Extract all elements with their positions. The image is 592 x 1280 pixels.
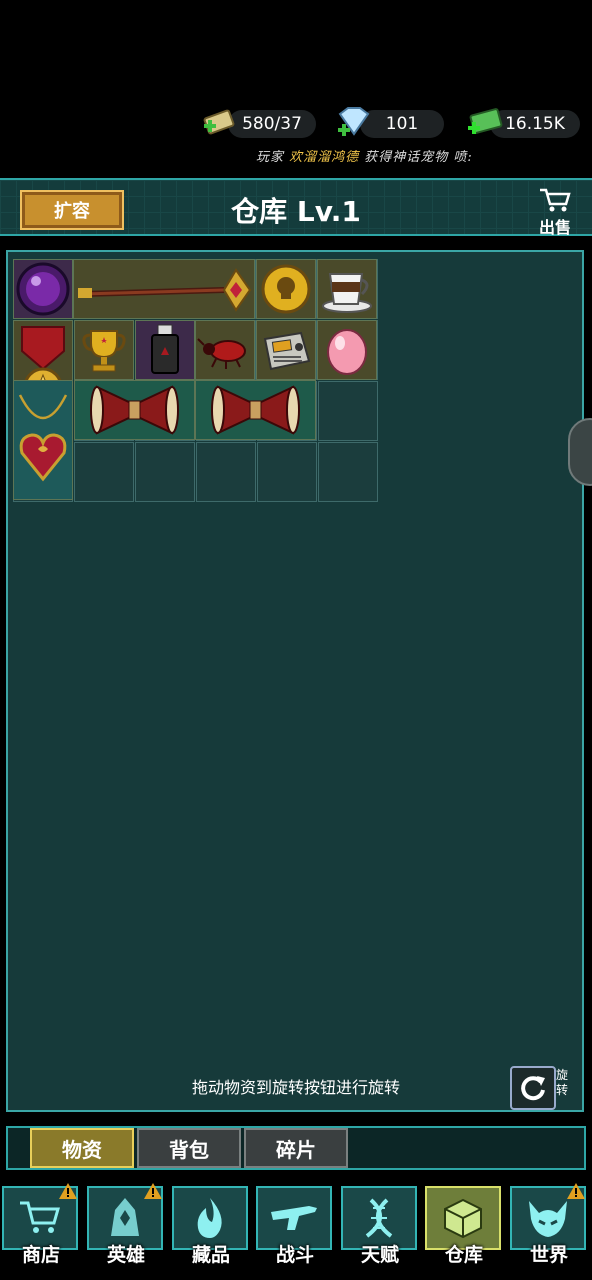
red-beetle-icon [197, 338, 246, 369]
war-drum-icon [90, 385, 179, 435]
inventory-slot[interactable] [318, 442, 378, 502]
radio-device-icon [263, 331, 311, 371]
warning-icon [567, 1183, 585, 1199]
nav-heroes-label: 英雄 [106, 1244, 145, 1266]
nav-collection[interactable]: 藏品 [172, 1182, 250, 1274]
war-drum-icon [211, 385, 300, 435]
inventory-slot[interactable] [196, 442, 256, 502]
warehouse-header: 扩容 仓库 Lv.1 出售 [0, 178, 592, 237]
skull-coin-icon [261, 264, 311, 314]
marquee-prefix: 玩家 [256, 150, 290, 165]
cash-counter-value: 16.15K [505, 114, 565, 134]
gold-counter-value: 580/37 [242, 114, 302, 134]
flame-icon [197, 1198, 222, 1238]
warning-icon [59, 1183, 77, 1199]
nav-heroes[interactable]: 英雄 [87, 1182, 165, 1274]
sell-button[interactable]: 出售 [532, 186, 578, 237]
nav-warehouse[interactable]: 仓库 [425, 1182, 503, 1274]
tab-supplies-label: 物资 [62, 1137, 102, 1162]
usb-drive-item[interactable] [135, 320, 195, 380]
cart-icon [20, 1201, 60, 1233]
rotate-button[interactable] [510, 1066, 556, 1110]
nav-talent[interactable]: 天赋 [341, 1182, 419, 1274]
nav-shop-label: 商店 [21, 1244, 60, 1266]
nav-collection-label: 藏品 [191, 1244, 230, 1266]
nav-world-label: 世界 [529, 1244, 568, 1266]
inventory-slot[interactable] [257, 442, 317, 502]
demon-icon [529, 1201, 567, 1237]
skull-coin-item[interactable] [256, 259, 316, 319]
money-stack-plus-icon[interactable] [464, 104, 504, 140]
purple-orb-item[interactable] [13, 259, 73, 319]
inventory-slot[interactable] [74, 442, 134, 502]
coffee-cup-item[interactable] [317, 259, 377, 319]
usb-drive-icon [151, 324, 179, 374]
nav-talent-label: 天赋 [360, 1244, 399, 1266]
tab-fragments[interactable]: 碎片 [244, 1128, 348, 1168]
hero-icon [111, 1198, 139, 1236]
cash-plus-icon[interactable] [200, 104, 240, 140]
diamond-counter-value: 101 [385, 114, 419, 134]
dna-icon [365, 1198, 393, 1238]
rotate-label: 旋转 [556, 1068, 569, 1097]
rotate-hint: 拖动物资到旋转按钮进行旋转 [191, 1078, 400, 1097]
nav-world[interactable]: 世界 [510, 1182, 588, 1274]
golden-staff-icon [78, 268, 252, 312]
diamond-counter[interactable]: 101 [360, 110, 444, 138]
page-title: 仓库 Lv.1 [231, 195, 361, 228]
sell-button-label: 出售 [538, 218, 571, 237]
cart-icon [540, 188, 571, 212]
marquee-suffix: 获得神话宠物 喷: [359, 150, 473, 165]
pink-egg-icon [327, 329, 367, 375]
nav-shop[interactable]: 商店 [2, 1182, 80, 1274]
coffee-cup-icon [322, 273, 372, 313]
rifle-icon [271, 1206, 317, 1230]
radio-device-item[interactable] [256, 320, 316, 380]
inventory-slot[interactable] [135, 442, 195, 502]
war-drum-item[interactable] [195, 380, 316, 440]
gold-trophy-icon [82, 330, 126, 372]
nav-battle-label: 战斗 [275, 1244, 314, 1266]
nav-battle[interactable]: 战斗 [256, 1182, 334, 1274]
diamond-plus-icon[interactable] [332, 104, 372, 140]
side-drawer-handle[interactable] [568, 418, 592, 486]
heart-necklace-item[interactable] [13, 380, 73, 500]
heart-necklace-icon [18, 394, 68, 482]
tab-supplies[interactable]: 物资 [30, 1128, 134, 1168]
tab-backpack-label: 背包 [169, 1137, 209, 1162]
tab-fragments-label: 碎片 [276, 1137, 316, 1162]
war-drum-item[interactable] [74, 380, 195, 440]
warning-icon [144, 1183, 162, 1199]
inventory-slot[interactable] [318, 381, 378, 441]
pink-egg-item[interactable] [317, 320, 377, 380]
announcement-marquee: 玩家 欢溜溜鸿德 获得神话宠物 喷: [256, 146, 473, 165]
red-beetle-item[interactable] [195, 320, 255, 380]
nav-warehouse-label: 仓库 [444, 1244, 483, 1266]
marquee-player-name: 欢溜溜鸿德 [289, 150, 360, 165]
gold-counter[interactable]: 580/37 [228, 110, 316, 138]
cube-icon [444, 1198, 482, 1239]
tab-backpack[interactable]: 背包 [137, 1128, 241, 1168]
rotate-icon [521, 1076, 545, 1101]
gold-trophy-item[interactable] [74, 320, 134, 380]
purple-orb-icon [16, 262, 70, 316]
golden-staff-item[interactable] [73, 259, 255, 319]
